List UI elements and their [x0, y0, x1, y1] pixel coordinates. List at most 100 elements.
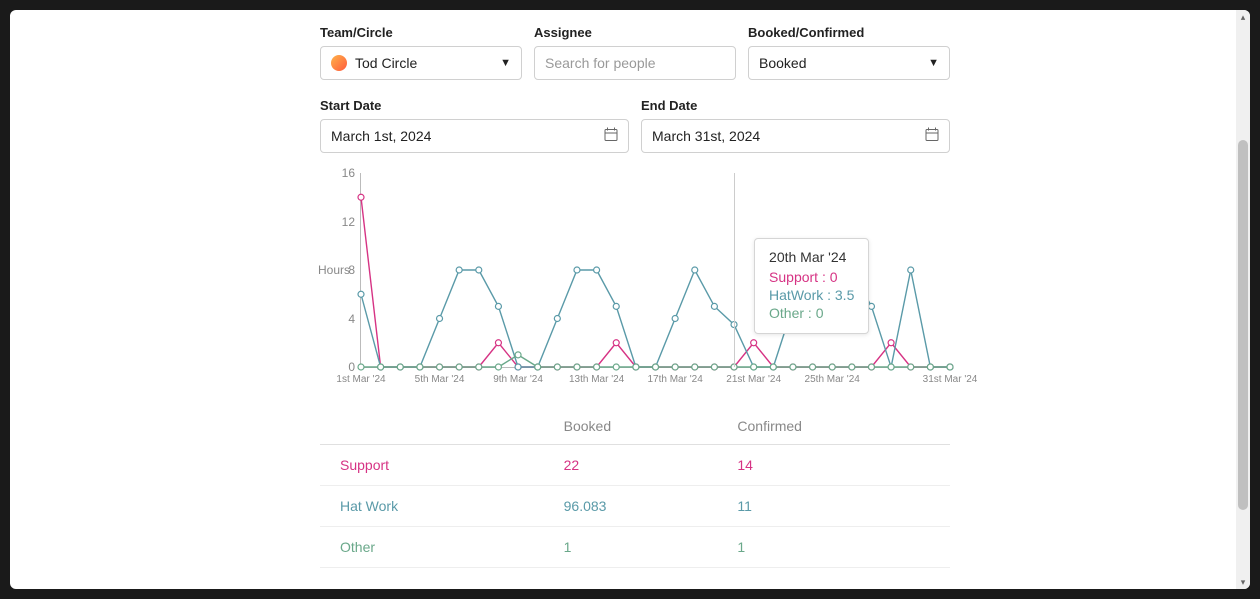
- y-tick-label: 16: [333, 166, 355, 180]
- chart-point: [495, 364, 501, 370]
- chart-point: [751, 364, 757, 370]
- hours-chart[interactable]: Hours 04812161st Mar '245th Mar '249th M…: [320, 168, 950, 388]
- chart-point: [711, 303, 717, 309]
- end-date-input[interactable]: March 31st, 2024: [641, 119, 950, 153]
- chart-point: [770, 364, 776, 370]
- app-window: Team/Circle Tod Circle ▼ Assignee Booked…: [10, 10, 1250, 589]
- start-date-group: Start Date March 1st, 2024: [320, 98, 629, 153]
- chart-point: [495, 340, 501, 346]
- chart-point: [908, 267, 914, 273]
- table-row[interactable]: Hat Work96.08311: [320, 486, 950, 527]
- calendar-icon: [604, 128, 618, 145]
- start-date-input[interactable]: March 1st, 2024: [320, 119, 629, 153]
- y-tick-label: 0: [333, 360, 355, 374]
- chart-point: [437, 316, 443, 322]
- team-color-dot-icon: [331, 55, 347, 71]
- y-tick-label: 4: [333, 312, 355, 326]
- chart-point: [397, 364, 403, 370]
- chart-point: [672, 316, 678, 322]
- x-tick-label: 9th Mar '24: [493, 374, 543, 385]
- assignee-filter-group: Assignee: [534, 25, 736, 80]
- table-cell: 1: [556, 527, 730, 568]
- x-tick-label: 1st Mar '24: [336, 374, 385, 385]
- assignee-input-wrap[interactable]: [534, 46, 736, 80]
- chart-point: [751, 340, 757, 346]
- chart-point: [947, 364, 953, 370]
- chart-point: [594, 267, 600, 273]
- chart-point: [692, 364, 698, 370]
- x-tick-label: 21st Mar '24: [726, 374, 781, 385]
- chart-point: [476, 267, 482, 273]
- end-date-group: End Date March 31st, 2024: [641, 98, 950, 153]
- table-cell: 96.083: [556, 486, 730, 527]
- chart-point: [829, 364, 835, 370]
- chart-point: [456, 267, 462, 273]
- chart-point: [908, 364, 914, 370]
- table-cell: Hat Work: [320, 486, 556, 527]
- booked-label: Booked/Confirmed: [748, 25, 950, 40]
- chart-point: [358, 364, 364, 370]
- chart-point: [535, 364, 541, 370]
- x-tick-label: 13th Mar '24: [569, 374, 624, 385]
- table-row[interactable]: Support2214: [320, 445, 950, 486]
- scroll-down-icon[interactable]: ▾: [1236, 575, 1250, 589]
- end-date-label: End Date: [641, 98, 950, 113]
- scrollbar-thumb[interactable]: [1238, 140, 1248, 510]
- chart-point: [554, 316, 560, 322]
- assignee-input[interactable]: [545, 47, 725, 79]
- team-value: Tod Circle: [355, 55, 417, 71]
- filters-row: Team/Circle Tod Circle ▼ Assignee Booked…: [320, 25, 950, 80]
- chart-tooltip: 20th Mar '24Support : 0HatWork : 3.5Othe…: [754, 238, 869, 334]
- team-select[interactable]: Tod Circle ▼: [320, 46, 522, 80]
- x-tick-label: 5th Mar '24: [415, 374, 465, 385]
- booked-value: Booked: [759, 55, 806, 71]
- chart-point: [594, 364, 600, 370]
- booked-select[interactable]: Booked ▼: [748, 46, 950, 80]
- calendar-icon: [925, 128, 939, 145]
- tooltip-row: HatWork : 3.5: [769, 287, 854, 303]
- main-content: Team/Circle Tod Circle ▼ Assignee Booked…: [10, 10, 1250, 583]
- dates-row: Start Date March 1st, 2024 End Date Marc…: [320, 98, 950, 153]
- chart-point: [417, 364, 423, 370]
- chart-point: [810, 364, 816, 370]
- table-cell: 22: [556, 445, 730, 486]
- table-cell: Other: [320, 527, 556, 568]
- chart-point: [672, 364, 678, 370]
- chart-point: [574, 267, 580, 273]
- table-cell: Support: [320, 445, 556, 486]
- chart-point: [476, 364, 482, 370]
- table-cell: 1: [729, 527, 950, 568]
- table-header: Booked: [556, 408, 730, 445]
- x-tick-label: 17th Mar '24: [647, 374, 702, 385]
- chart-point: [358, 291, 364, 297]
- tooltip-row: Support : 0: [769, 269, 854, 285]
- chart-point: [633, 364, 639, 370]
- chart-point: [790, 364, 796, 370]
- chart-point: [613, 303, 619, 309]
- scroll-up-icon[interactable]: ▴: [1236, 10, 1250, 24]
- y-tick-label: 8: [333, 263, 355, 277]
- table-row[interactable]: Other11: [320, 527, 950, 568]
- y-tick-label: 12: [333, 215, 355, 229]
- assignee-label: Assignee: [534, 25, 736, 40]
- x-tick-label: 31st Mar '24: [923, 374, 978, 385]
- chart-point: [554, 364, 560, 370]
- vertical-scrollbar[interactable]: ▴ ▾: [1236, 10, 1250, 589]
- booked-filter-group: Booked/Confirmed Booked ▼: [748, 25, 950, 80]
- chart-point: [378, 364, 384, 370]
- table-header: [320, 408, 556, 445]
- chart-hover-line: [734, 173, 735, 367]
- chart-point: [888, 340, 894, 346]
- chart-point: [849, 364, 855, 370]
- chart-point: [574, 364, 580, 370]
- chart-point: [868, 303, 874, 309]
- chart-axes: 04812161st Mar '245th Mar '249th Mar '24…: [360, 173, 950, 368]
- table-cell: 14: [729, 445, 950, 486]
- chart-point: [711, 364, 717, 370]
- chart-point: [888, 364, 894, 370]
- chevron-down-icon: ▼: [928, 57, 939, 69]
- team-filter-group: Team/Circle Tod Circle ▼: [320, 25, 522, 80]
- chart-point: [515, 364, 521, 370]
- chart-point: [868, 364, 874, 370]
- tooltip-row: Other : 0: [769, 305, 854, 321]
